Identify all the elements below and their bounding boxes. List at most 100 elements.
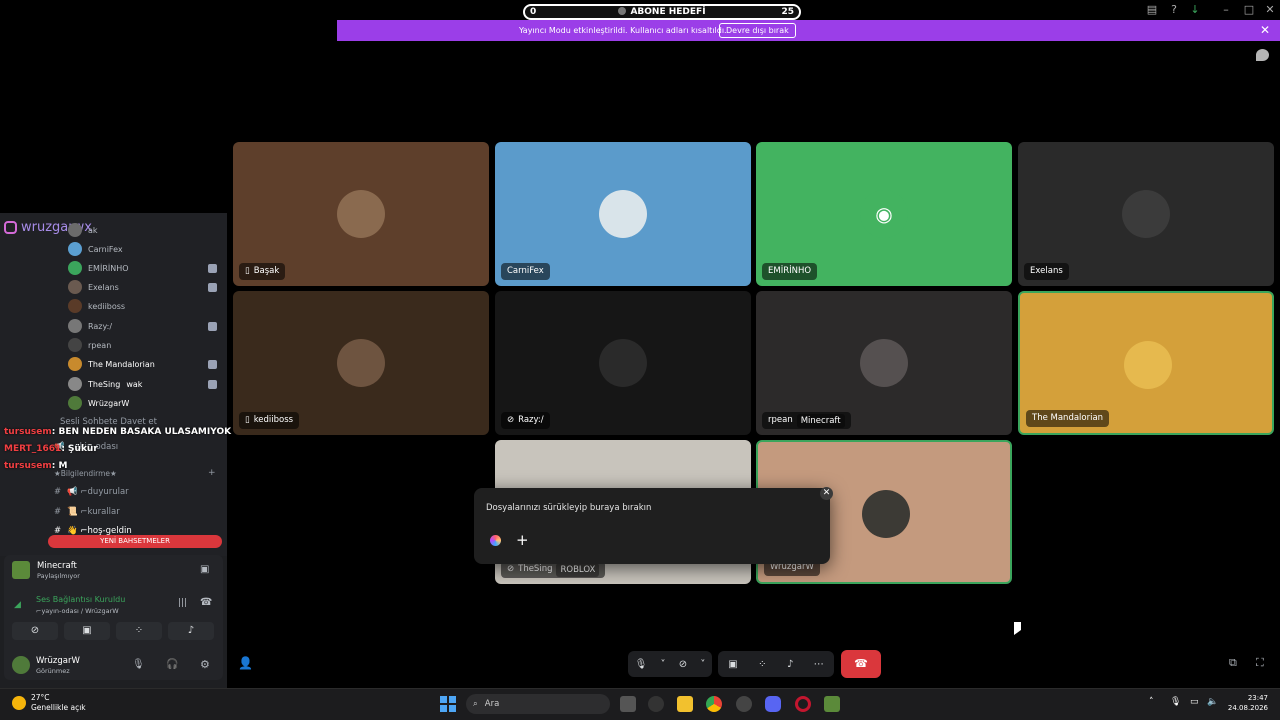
help-icon[interactable]: ?: [1167, 3, 1181, 16]
voice-member[interactable]: rpean: [68, 336, 111, 354]
inbox-icon[interactable]: ▤: [1145, 3, 1159, 16]
member-name: Exelans: [88, 282, 119, 292]
channel-kurallar[interactable]: # 📜 ⌐kurallar: [54, 507, 120, 517]
weather-widget[interactable]: 27°C Genellikle açık: [12, 693, 86, 713]
windows-start-icon[interactable]: [440, 696, 456, 712]
task-view-icon[interactable]: [620, 696, 636, 712]
video-tile[interactable]: ⊘ Razy:/: [495, 291, 751, 435]
soundboard-button[interactable]: ♪: [168, 622, 214, 640]
video-tile[interactable]: ▯ kediiboss: [233, 291, 489, 435]
close-icon[interactable]: ✕: [1263, 3, 1277, 16]
voice-status: ◢ Ses Bağlantısı Kuruldu ⌐yayın-odası / …: [8, 590, 222, 618]
voice-member[interactable]: ak: [68, 221, 98, 239]
activities-icon[interactable]: ⁘: [758, 659, 766, 670]
search-icon: ⌕: [473, 699, 478, 709]
chat-bubble-icon[interactable]: [1256, 49, 1269, 61]
taskbar-clock[interactable]: 23:47 24.08.2026: [1224, 693, 1268, 713]
avatar: [68, 242, 82, 256]
voice-member[interactable]: TheSing wak: [68, 375, 142, 393]
fullscreen-icon[interactable]: ⛶: [1256, 656, 1264, 670]
video-tile[interactable]: CarniFex: [495, 142, 751, 286]
download-icon[interactable]: ↓: [1188, 3, 1202, 16]
voice-member[interactable]: CarniFex: [68, 240, 123, 258]
voice-member[interactable]: Exelans: [68, 278, 119, 296]
stream-icon[interactable]: ▣: [200, 564, 209, 575]
clock-date: 24.08.2026: [1227, 704, 1268, 712]
minimize-icon[interactable]: –: [1219, 3, 1233, 16]
video-tile[interactable]: ◉ EMİRİNHO: [756, 142, 1012, 286]
add-file-icon[interactable]: +: [516, 531, 529, 549]
activity-title: Minecraft: [37, 561, 77, 571]
add-channel-icon[interactable]: +: [208, 468, 216, 478]
invite-voice-button[interactable]: Sesli Sohbete Davet et: [60, 417, 157, 427]
discord-icon[interactable]: [765, 696, 781, 712]
voice-member[interactable]: kediiboss: [68, 297, 125, 315]
chevron-up-icon[interactable]: ˄: [1149, 697, 1154, 707]
banner-message: Yayıncı Modu etkinleştirildi. Kullanıcı …: [519, 26, 727, 35]
taskbar-search[interactable]: ⌕ Ara: [466, 694, 610, 714]
goal-label: ABONE HEDEFİ: [630, 7, 706, 17]
maximize-icon[interactable]: □: [1242, 3, 1256, 16]
participant-label: ⊘ Razy:/: [501, 412, 550, 429]
disable-streamer-mode-button[interactable]: Devre dışı bırak: [719, 23, 796, 38]
more-options-icon[interactable]: ⋯: [814, 659, 824, 670]
minecraft-taskbar-icon[interactable]: [824, 696, 840, 712]
activity-card[interactable]: Minecraft Paylaşılmıyor ▣: [8, 557, 222, 585]
video-tile[interactable]: ▯ Başak: [233, 142, 489, 286]
opera-gx-icon[interactable]: [795, 696, 811, 712]
network-icon[interactable]: ▭: [1190, 697, 1199, 707]
disconnect-icon[interactable]: ☎: [200, 597, 212, 608]
chrome-icon[interactable]: [706, 696, 722, 712]
volume-icon[interactable]: 🔈: [1207, 697, 1218, 707]
voice-channel[interactable]: ⌐yayın-odası / WrüzgarW: [36, 607, 119, 615]
avatar: [68, 396, 82, 410]
video-tile[interactable]: Exelans: [1018, 142, 1274, 286]
headset-icon[interactable]: 🎧: [166, 659, 178, 670]
settings-gear-icon[interactable]: ⚙: [200, 658, 210, 671]
wordpress-icon[interactable]: [648, 696, 664, 712]
chat-message: tursusem: BEN NEDEN BASAKA ULASAMIYOK: [4, 427, 232, 437]
chevron-down-icon[interactable]: ˅: [661, 659, 666, 670]
signal-icon[interactable]: ◢: [14, 600, 21, 610]
soundboard-icon[interactable]: ♪: [787, 659, 793, 670]
camera-button[interactable]: ⊘: [679, 659, 687, 670]
activities-button[interactable]: ⁘: [116, 622, 162, 640]
dropzone-close-icon[interactable]: ✕: [820, 487, 833, 500]
participant-name: Başak: [253, 266, 280, 276]
video-tile[interactable]: The Mandalorian: [1018, 291, 1274, 435]
streaming-icon: [208, 264, 217, 273]
screen-share-button[interactable]: ▣: [64, 622, 110, 640]
voice-member[interactable]: The Mandalorian: [68, 355, 155, 373]
obs-icon[interactable]: [736, 696, 752, 712]
user-area: WrüzgarW Görünmez 🎙 🎧 ⚙: [8, 650, 222, 680]
voice-status-label[interactable]: Ses Bağlantısı Kuruldu: [36, 595, 125, 604]
avatar: [599, 190, 647, 238]
copilot-icon[interactable]: [490, 535, 501, 546]
participant-label: Exelans: [1024, 263, 1069, 280]
popout-icon[interactable]: ⧉: [1229, 656, 1237, 670]
voice-member[interactable]: WrüzgarW: [68, 394, 129, 412]
member-name: CarniFex: [88, 244, 123, 254]
voice-member[interactable]: Razy:/: [68, 317, 112, 335]
avatar[interactable]: [12, 656, 30, 674]
channel-duyurular[interactable]: # 📢 ⌐duyurular: [54, 487, 129, 497]
user-name[interactable]: WrüzgarW: [36, 656, 80, 666]
video-tile[interactable]: rpean Minecraft: [756, 291, 1012, 435]
microphone-icon[interactable]: 🎙: [132, 659, 145, 670]
tray-mic-icon[interactable]: 🎙: [1170, 697, 1181, 707]
camera-off-button[interactable]: ⊘: [12, 622, 58, 640]
participant-label: rpean Minecraft: [762, 412, 851, 429]
screen-share-icon[interactable]: ▣: [728, 659, 737, 670]
file-explorer-icon[interactable]: [677, 696, 693, 712]
upload-dropzone[interactable]: Dosyalarınızı sürükleyip buraya bırakın …: [474, 488, 830, 564]
voice-member[interactable]: EMİRİNHO: [68, 259, 129, 277]
banner-close-icon[interactable]: ✕: [1260, 23, 1270, 37]
chevron-down-icon[interactable]: ˅: [700, 659, 705, 670]
microphone-button[interactable]: 🎙: [635, 659, 648, 670]
new-mentions-pill[interactable]: YENİ BAHSETMELER: [48, 535, 222, 548]
leave-call-button[interactable]: ☎: [841, 650, 881, 678]
add-member-icon[interactable]: 👤: [238, 656, 253, 670]
goal-end: 25: [781, 7, 794, 17]
noise-icon[interactable]: |||: [178, 598, 187, 608]
title-bar: [337, 0, 1280, 20]
